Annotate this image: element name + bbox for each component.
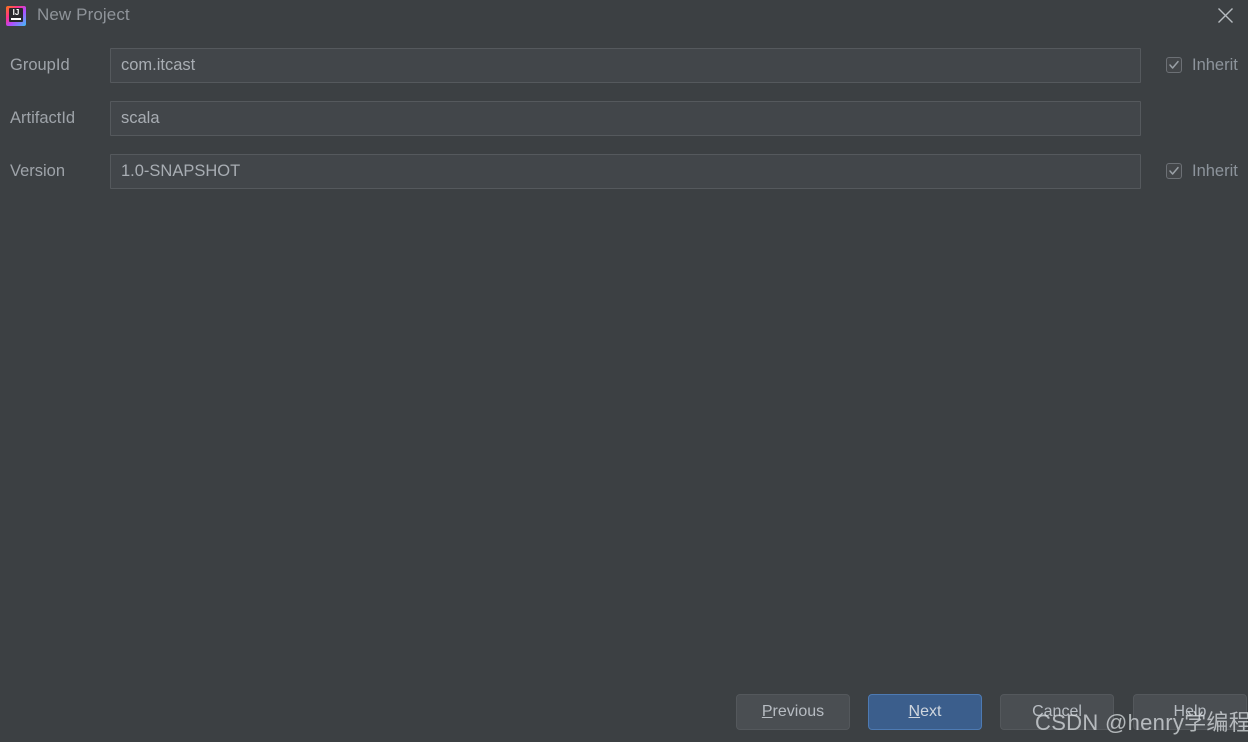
cancel-button[interactable]: Cancel bbox=[1000, 694, 1114, 730]
previous-button[interactable]: Previous bbox=[736, 694, 850, 730]
artifactid-input[interactable]: scala bbox=[110, 100, 1141, 136]
checkbox-box bbox=[1166, 163, 1182, 179]
checkbox-box bbox=[1166, 57, 1182, 73]
dialog-button-bar: Previous Next Cancel Help bbox=[0, 694, 1248, 742]
check-icon bbox=[1169, 60, 1179, 69]
close-button[interactable] bbox=[1202, 0, 1248, 30]
intellij-idea-logo-icon: IJ bbox=[6, 5, 26, 26]
next-button[interactable]: Next bbox=[868, 694, 982, 730]
form-row-groupid: GroupId com.itcast Inherit bbox=[0, 47, 1248, 83]
logo-text: IJ bbox=[12, 7, 20, 17]
next-button-mnemonic: N bbox=[908, 703, 921, 720]
cancel-button-label: Cancel bbox=[1032, 703, 1082, 720]
version-input[interactable]: 1.0-SNAPSHOT bbox=[110, 153, 1141, 189]
groupid-input[interactable]: com.itcast bbox=[110, 47, 1141, 83]
help-button-label: Help bbox=[1173, 703, 1207, 720]
check-icon bbox=[1169, 166, 1179, 175]
previous-button-mnemonic: P bbox=[761, 703, 773, 720]
window-titlebar: IJ New Project bbox=[0, 0, 1248, 30]
groupid-inherit-label: Inherit bbox=[1192, 55, 1238, 74]
form-row-artifactid: ArtifactId scala bbox=[0, 100, 1248, 136]
next-button-label: ext bbox=[920, 703, 942, 720]
form-row-version: Version 1.0-SNAPSHOT Inherit bbox=[0, 153, 1248, 189]
help-button[interactable]: Help bbox=[1133, 694, 1247, 730]
groupid-inherit-checkbox[interactable]: Inherit bbox=[1166, 56, 1238, 75]
groupid-label: GroupId bbox=[10, 55, 70, 74]
artifactid-label: ArtifactId bbox=[10, 108, 76, 127]
close-icon bbox=[1217, 7, 1233, 23]
version-label: Version bbox=[10, 161, 66, 180]
version-inherit-checkbox[interactable]: Inherit bbox=[1166, 162, 1238, 181]
version-inherit-label: Inherit bbox=[1192, 161, 1238, 180]
previous-button-label: revious bbox=[772, 703, 825, 720]
window-title: New Project bbox=[37, 5, 130, 24]
